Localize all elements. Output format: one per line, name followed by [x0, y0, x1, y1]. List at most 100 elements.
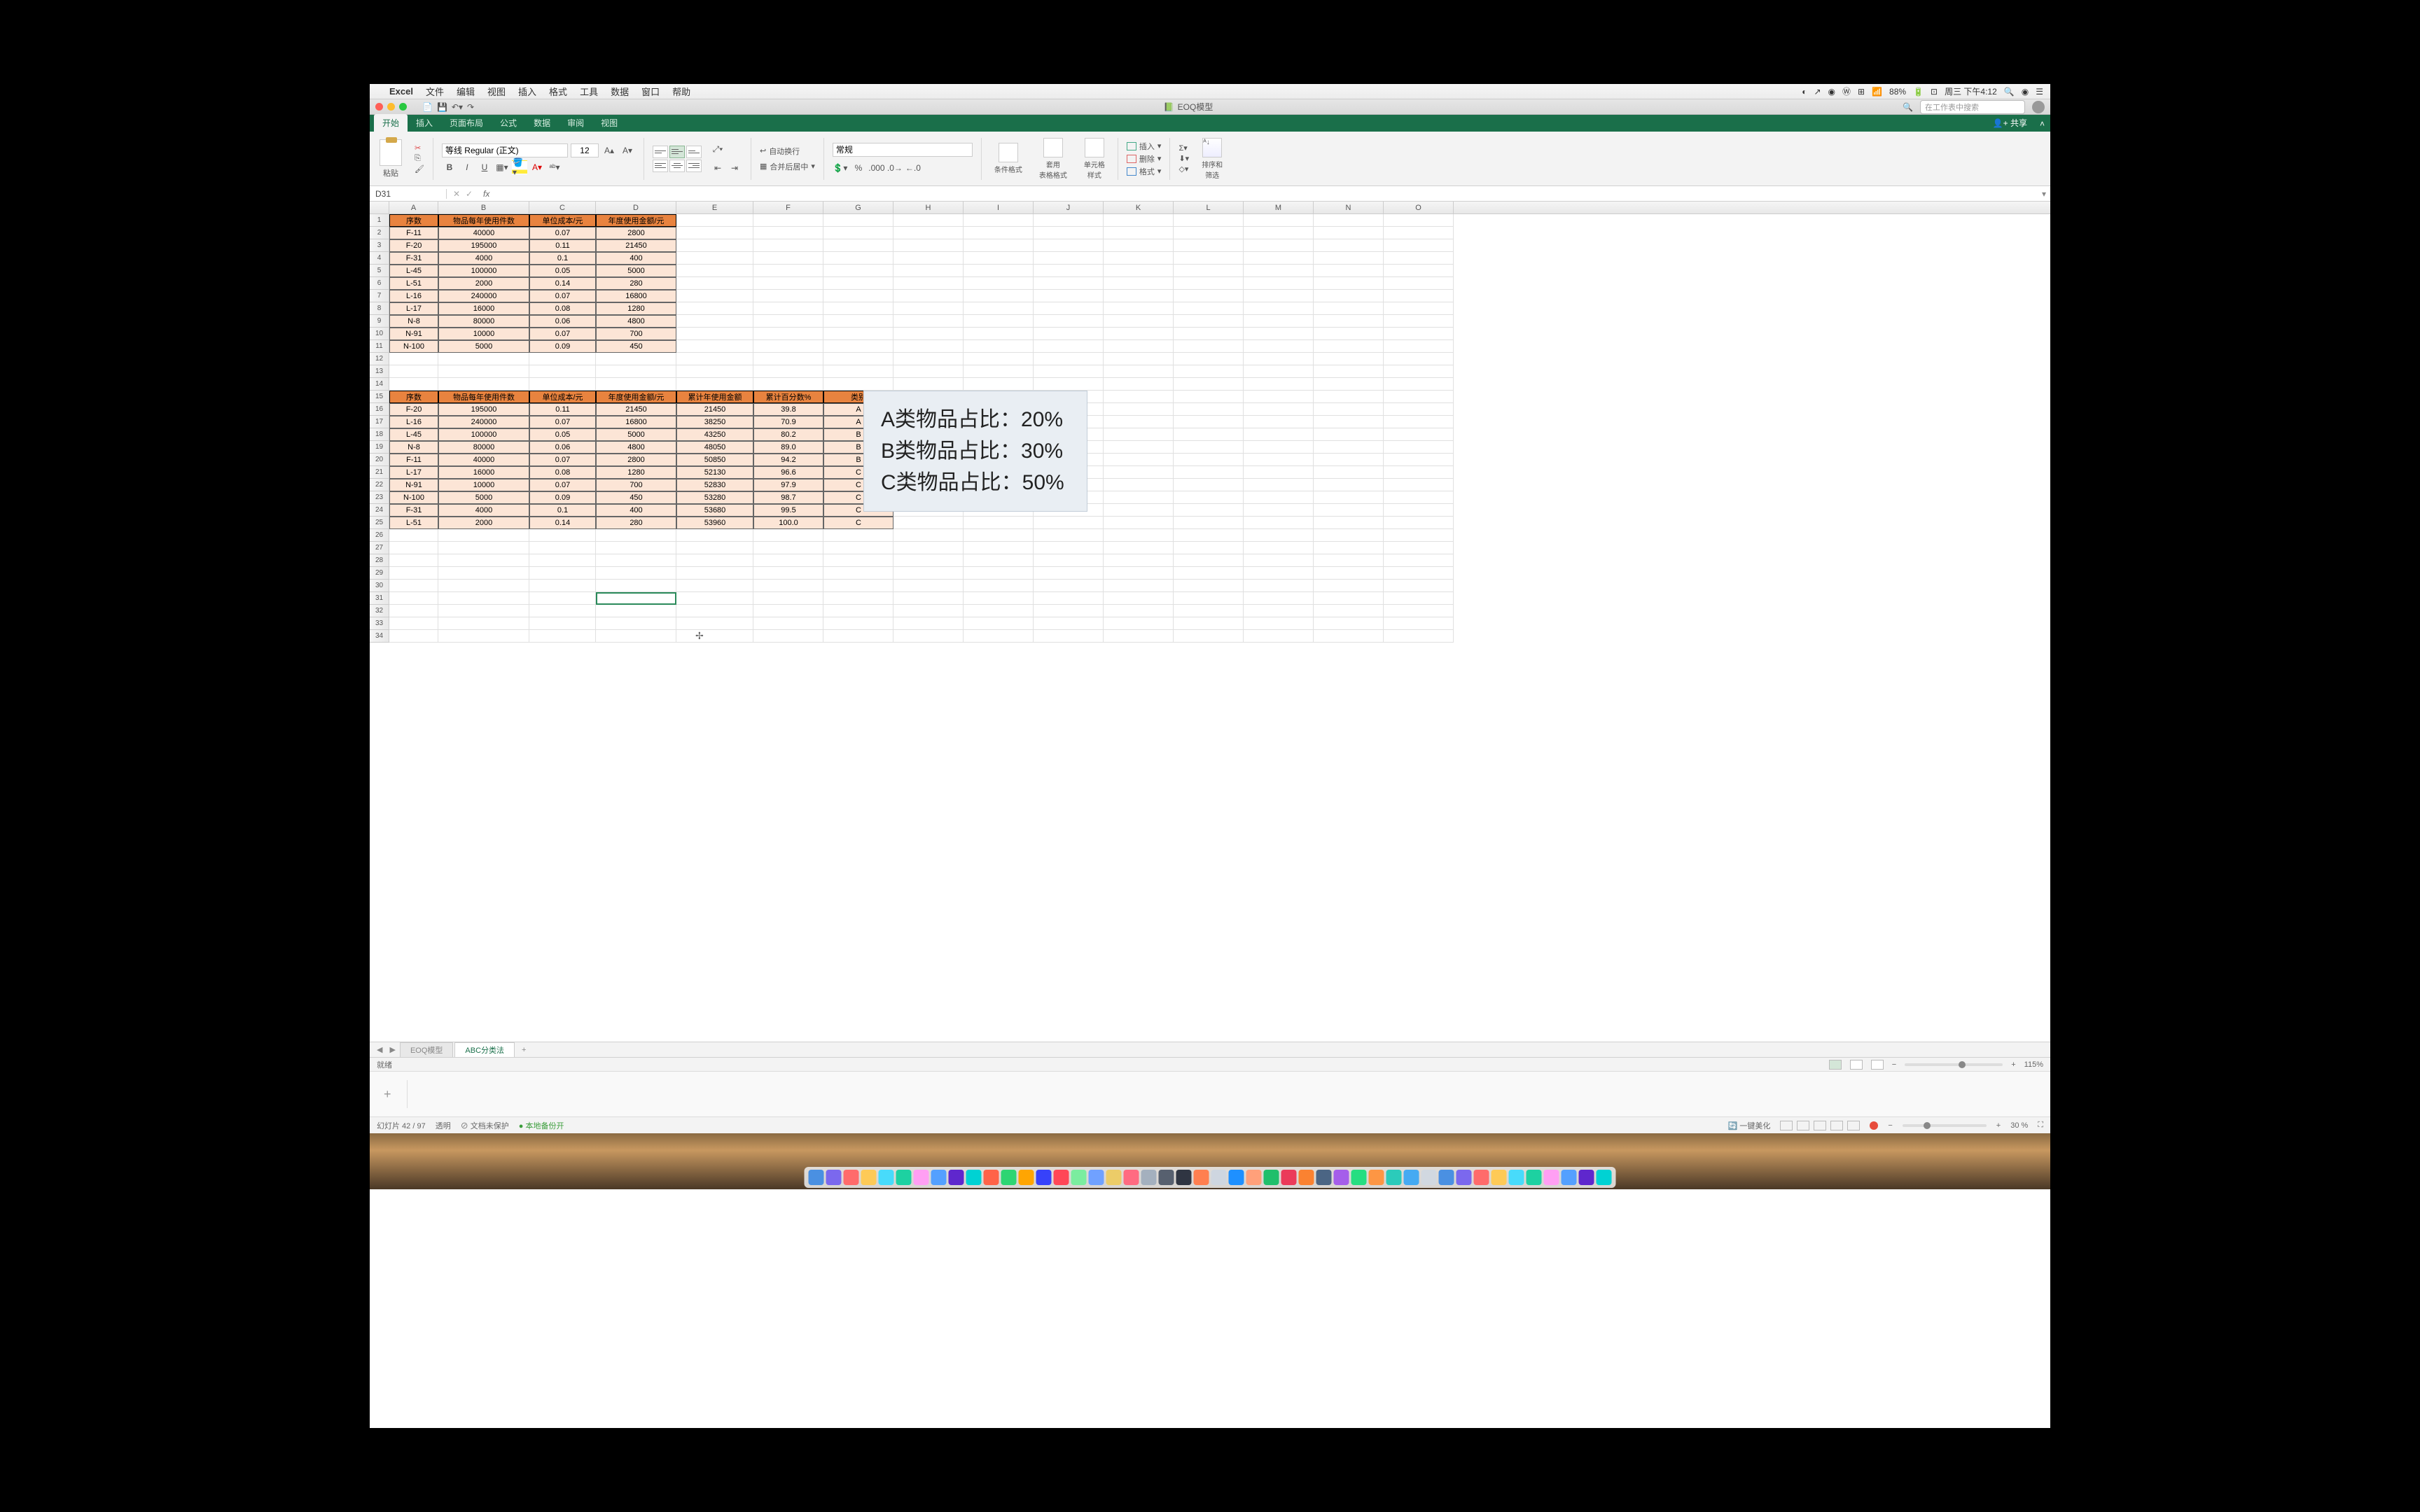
row-header-9[interactable]: 9 — [370, 315, 389, 328]
cell-M6[interactable] — [1244, 277, 1314, 290]
cell-A1[interactable]: 序数 — [389, 214, 438, 227]
cell-M25[interactable] — [1244, 517, 1314, 529]
zoom-slider[interactable] — [1905, 1063, 2003, 1066]
cell-B7[interactable]: 240000 — [438, 290, 529, 302]
cell-L18[interactable] — [1174, 428, 1244, 441]
cell-G8[interactable] — [823, 302, 893, 315]
cell-H2[interactable] — [893, 227, 964, 239]
cell-I33[interactable] — [964, 617, 1034, 630]
sheet-prev-icon[interactable]: ◀ — [374, 1045, 385, 1054]
align-center[interactable] — [669, 160, 685, 172]
cell-M13[interactable] — [1244, 365, 1314, 378]
cell-L29[interactable] — [1174, 567, 1244, 580]
cell-L1[interactable] — [1174, 214, 1244, 227]
dock-app-45[interactable] — [1597, 1170, 1612, 1185]
cell-C17[interactable]: 0.07 — [529, 416, 596, 428]
cell-K7[interactable] — [1104, 290, 1174, 302]
number-format-select[interactable] — [833, 143, 973, 157]
row-header-31[interactable]: 31 — [370, 592, 389, 605]
dock-app-39[interactable] — [1491, 1170, 1507, 1185]
cell-C25[interactable]: 0.14 — [529, 517, 596, 529]
cell-H28[interactable] — [893, 554, 964, 567]
cell-B34[interactable] — [438, 630, 529, 643]
cell-B15[interactable]: 物品每年使用件数 — [438, 391, 529, 403]
cell-N5[interactable] — [1314, 265, 1384, 277]
cell-C11[interactable]: 0.09 — [529, 340, 596, 353]
cell-E9[interactable] — [676, 315, 753, 328]
cell-N12[interactable] — [1314, 353, 1384, 365]
cell-D1[interactable]: 年度使用金额/元 — [596, 214, 676, 227]
font-name-select[interactable] — [442, 144, 568, 158]
cell-C6[interactable]: 0.14 — [529, 277, 596, 290]
currency-button[interactable]: 💲▾ — [833, 161, 848, 175]
cell-C22[interactable]: 0.07 — [529, 479, 596, 491]
dock-app-6[interactable] — [914, 1170, 929, 1185]
grow-font-icon[interactable]: A▴ — [601, 144, 617, 158]
cell-G12[interactable] — [823, 353, 893, 365]
sort-filter-button[interactable]: ᴬ↓排序和 筛选 — [1197, 136, 1227, 181]
cell-B9[interactable]: 80000 — [438, 315, 529, 328]
col-header-H[interactable]: H — [893, 202, 964, 214]
cell-J5[interactable] — [1034, 265, 1104, 277]
cell-N27[interactable] — [1314, 542, 1384, 554]
menu-tools[interactable]: 工具 — [580, 85, 598, 98]
dock-app-16[interactable] — [1089, 1170, 1104, 1185]
cell-J2[interactable] — [1034, 227, 1104, 239]
cell-C9[interactable]: 0.06 — [529, 315, 596, 328]
status-icon-1[interactable]: ◐ — [1802, 87, 1807, 97]
menu-file[interactable]: 文件 — [426, 85, 444, 98]
dock-app-15[interactable] — [1071, 1170, 1087, 1185]
cell-D2[interactable]: 2800 — [596, 227, 676, 239]
dock-app-4[interactable] — [879, 1170, 894, 1185]
view-break-icon[interactable] — [1871, 1060, 1884, 1070]
cell-O23[interactable] — [1384, 491, 1454, 504]
cell-A10[interactable]: N-91 — [389, 328, 438, 340]
col-header-N[interactable]: N — [1314, 202, 1384, 214]
cell-O3[interactable] — [1384, 239, 1454, 252]
cell-L3[interactable] — [1174, 239, 1244, 252]
cell-M31[interactable] — [1244, 592, 1314, 605]
cell-F22[interactable]: 97.9 — [753, 479, 823, 491]
cell-L12[interactable] — [1174, 353, 1244, 365]
ppt-zoom-slider[interactable] — [1903, 1124, 1987, 1127]
cell-J1[interactable] — [1034, 214, 1104, 227]
cell-H4[interactable] — [893, 252, 964, 265]
cell-J32[interactable] — [1034, 605, 1104, 617]
ppt-zoom-value[interactable]: 30 % — [2010, 1121, 2028, 1130]
indent-decrease[interactable]: ⇤ — [710, 161, 725, 175]
row-header-34[interactable]: 34 — [370, 630, 389, 643]
fill-color-button[interactable]: 🪣▾ — [512, 160, 527, 174]
ppt-view-1[interactable] — [1780, 1121, 1793, 1130]
dock-app-44[interactable] — [1579, 1170, 1594, 1185]
tab-formulas[interactable]: 公式 — [492, 114, 525, 132]
cell-N22[interactable] — [1314, 479, 1384, 491]
cell-L14[interactable] — [1174, 378, 1244, 391]
cell-K34[interactable] — [1104, 630, 1174, 643]
cell-M12[interactable] — [1244, 353, 1314, 365]
cell-N28[interactable] — [1314, 554, 1384, 567]
qat-open-icon[interactable]: 📄 — [422, 102, 433, 112]
cell-K4[interactable] — [1104, 252, 1174, 265]
cell-E24[interactable]: 53680 — [676, 504, 753, 517]
cell-C5[interactable]: 0.05 — [529, 265, 596, 277]
cell-D27[interactable] — [596, 542, 676, 554]
cell-E22[interactable]: 52830 — [676, 479, 753, 491]
cell-G31[interactable] — [823, 592, 893, 605]
dock-app-13[interactable] — [1036, 1170, 1052, 1185]
dock-app-19[interactable] — [1141, 1170, 1157, 1185]
cell-C8[interactable]: 0.08 — [529, 302, 596, 315]
row-header-26[interactable]: 26 — [370, 529, 389, 542]
cell-A34[interactable] — [389, 630, 438, 643]
cell-E17[interactable]: 38250 — [676, 416, 753, 428]
cell-J30[interactable] — [1034, 580, 1104, 592]
cell-M11[interactable] — [1244, 340, 1314, 353]
cell-E14[interactable] — [676, 378, 753, 391]
cell-B1[interactable]: 物品每年使用件数 — [438, 214, 529, 227]
cell-E4[interactable] — [676, 252, 753, 265]
fill-button[interactable]: ⬇▾ — [1178, 154, 1189, 163]
cell-E2[interactable] — [676, 227, 753, 239]
cell-D20[interactable]: 2800 — [596, 454, 676, 466]
cell-F15[interactable]: 累计百分数% — [753, 391, 823, 403]
cell-A18[interactable]: L-45 — [389, 428, 438, 441]
cell-K6[interactable] — [1104, 277, 1174, 290]
